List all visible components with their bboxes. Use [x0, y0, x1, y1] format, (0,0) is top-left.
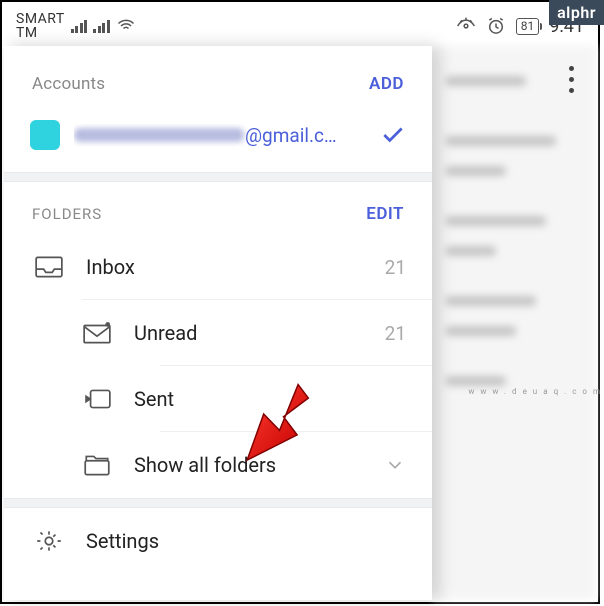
account-row[interactable]: @gmail.c… — [4, 112, 432, 172]
folder-label: Unread — [134, 321, 363, 345]
folder-count: 21 — [385, 256, 406, 279]
sent-icon — [82, 386, 112, 412]
section-divider — [4, 172, 432, 182]
chevron-down-icon — [384, 454, 406, 476]
redacted-name — [74, 128, 244, 142]
folder-list: Inbox 21 Unread 21 Sent Show all folders — [4, 234, 432, 498]
alarm-icon — [486, 16, 506, 36]
inbox-icon — [34, 254, 64, 280]
background-email-list — [432, 46, 596, 600]
status-bar: SMART TM 81 9:41 — [2, 2, 598, 46]
add-account-button[interactable]: ADD — [369, 74, 404, 94]
folder-label: Show all folders — [134, 453, 362, 477]
account-email-suffix: @gmail.c… — [245, 124, 337, 147]
folder-unread[interactable]: Unread 21 — [82, 300, 432, 366]
gear-icon — [34, 528, 64, 554]
signal-2-icon — [93, 19, 110, 33]
folder-count: 21 — [385, 322, 406, 345]
accounts-label: Accounts — [32, 74, 105, 94]
folders-header: FOLDERS EDIT — [4, 182, 432, 234]
overflow-menu-button[interactable] — [569, 66, 574, 93]
account-email: @gmail.c… — [74, 124, 366, 147]
folder-label: Sent — [134, 387, 384, 411]
signal-1-icon — [71, 19, 88, 33]
settings-label: Settings — [86, 529, 406, 553]
accounts-header: Accounts ADD — [4, 46, 432, 112]
all-folders-icon — [82, 452, 112, 478]
unread-icon — [82, 320, 112, 346]
edit-folders-button[interactable]: EDIT — [366, 204, 404, 224]
carrier-label: SMART TM — [16, 12, 65, 40]
folder-sent[interactable]: Sent — [82, 366, 432, 432]
battery-icon: 81 — [516, 18, 540, 35]
folder-show-all[interactable]: Show all folders — [82, 432, 432, 498]
settings-item[interactable]: Settings — [4, 508, 432, 574]
folder-inbox[interactable]: Inbox 21 — [4, 234, 432, 300]
folders-label: FOLDERS — [32, 205, 102, 223]
wifi-icon — [116, 16, 136, 36]
watermark: www.deuaq.com — [468, 387, 604, 396]
alphr-badge: alphr — [549, 0, 604, 25]
check-icon — [380, 122, 406, 148]
eye-off-icon — [456, 16, 476, 36]
folder-label: Inbox — [86, 255, 363, 279]
section-divider — [4, 498, 432, 508]
account-color-swatch — [30, 120, 60, 150]
battery-level: 81 — [521, 19, 535, 34]
navigation-drawer: Accounts ADD @gmail.c… FOLDERS EDIT Inbo… — [4, 46, 432, 600]
